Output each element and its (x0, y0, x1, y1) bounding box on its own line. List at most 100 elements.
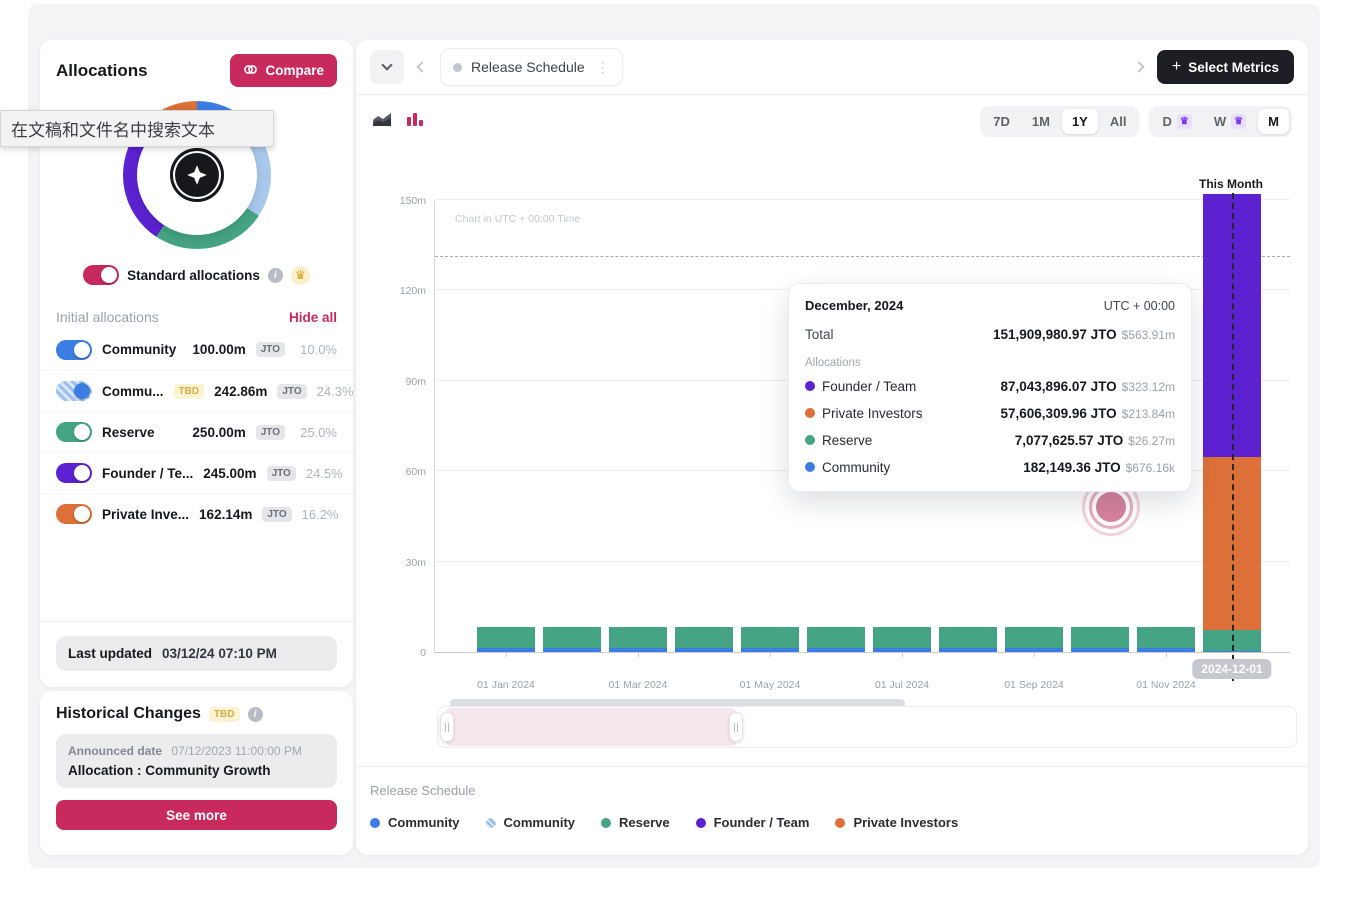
tooltip-usd: $676.16k (1126, 461, 1175, 475)
hide-all-link[interactable]: Hide all (289, 310, 337, 325)
range-option-1y[interactable]: 1Y (1062, 109, 1098, 134)
allocation-change-text: Allocation : Community Growth (68, 763, 325, 778)
legend-label: Private Investors (853, 815, 958, 830)
compare-button[interactable]: Compare (230, 54, 337, 87)
chart-bar[interactable] (675, 627, 733, 652)
range-option-1m[interactable]: 1M (1022, 109, 1060, 134)
allocation-percent: 10.0% (295, 342, 337, 357)
chevron-down-icon (381, 59, 392, 70)
historical-entry[interactable]: Announced date 07/12/2023 11:00:00 PM Al… (56, 734, 337, 788)
chart-bar[interactable] (477, 627, 535, 652)
chart-bar[interactable] (1137, 627, 1195, 652)
area-chart-icon[interactable] (372, 111, 392, 132)
legend-item[interactable]: Private Investors (835, 815, 958, 830)
allocation-toggle[interactable] (56, 340, 92, 360)
collapse-button[interactable] (370, 50, 404, 84)
bar-segment (543, 627, 601, 648)
tab-label: Release Schedule (471, 59, 585, 75)
tab-release-schedule[interactable]: Release Schedule ⋮ (440, 48, 623, 86)
bar-segment (939, 648, 997, 652)
tooltip-date: December, 2024 (805, 298, 903, 313)
x-axis-tick (506, 653, 507, 657)
chart-bar[interactable] (1071, 627, 1129, 652)
chevron-right-icon[interactable] (1133, 61, 1144, 72)
allocation-row: Reserve250.00mJTO25.0% (40, 411, 353, 452)
chart-bar[interactable] (741, 627, 799, 652)
y-axis-tick-label: 60m (360, 466, 426, 478)
allocation-rows: Community100.00mJTO10.0%Commu...TBD242.8… (40, 329, 353, 534)
kebab-menu-icon[interactable]: ⋮ (596, 59, 610, 76)
range-option-all[interactable]: All (1100, 109, 1137, 134)
legend-item[interactable]: Community (486, 815, 576, 830)
legend-item[interactable]: Community (370, 815, 460, 830)
allocation-amount: 162.14m (199, 507, 252, 522)
chart-bar[interactable] (543, 627, 601, 652)
bar-segment (873, 648, 931, 652)
standard-allocations-toggle[interactable] (83, 265, 119, 285)
this-month-label: This Month (1199, 177, 1263, 191)
allocation-toggle[interactable] (56, 381, 92, 401)
tooltip-row: Founder / Team87,043,896.07 JTO$323.12m (805, 378, 1175, 396)
allocation-toggle[interactable] (56, 463, 92, 483)
allocation-toggle[interactable] (56, 504, 92, 524)
granularity-option-d[interactable]: D♛ (1152, 109, 1201, 134)
tooltip-rows: Founder / Team87,043,896.07 JTO$323.12mP… (805, 378, 1175, 477)
bar-segment (609, 648, 667, 652)
tooltip-section-label: Allocations (805, 357, 1175, 369)
allocation-percent: 16.2% (302, 507, 339, 522)
x-axis-tick-label: 01 Jan 2024 (477, 679, 535, 691)
allocation-toggle[interactable] (56, 422, 92, 442)
x-axis-tick-label: 01 Jul 2024 (875, 679, 929, 691)
allocation-percent: 24.5% (306, 466, 343, 481)
allocation-unit-chip: JTO (256, 342, 285, 357)
standard-allocations-label: Standard allocations (127, 268, 260, 283)
tooltip-series-name: Community (805, 460, 890, 475)
range-option-7d[interactable]: 7D (983, 109, 1020, 134)
legend-item[interactable]: Reserve (601, 815, 670, 830)
granularity-option-w[interactable]: W♛ (1204, 109, 1256, 134)
chart-bar[interactable] (1005, 627, 1063, 652)
y-axis-tick-label: 0 (360, 647, 426, 659)
chevron-left-icon[interactable] (416, 61, 427, 72)
info-icon[interactable]: i (248, 707, 263, 722)
tooltip-total-usd: $563.91m (1122, 328, 1175, 342)
chart-bar[interactable] (609, 627, 667, 652)
historical-changes-panel: Historical Changes TBD i Announced date … (40, 691, 353, 855)
chart-bar[interactable] (873, 627, 931, 652)
allocation-label: Founder / Te... (102, 466, 193, 481)
tbd-badge: TBD (174, 384, 205, 399)
last-updated-label: Last updated (68, 646, 152, 661)
bar-segment (939, 627, 997, 648)
brush-handle-left[interactable] (440, 712, 454, 742)
bar-segment (477, 627, 535, 648)
series-dot-icon (805, 462, 815, 472)
chart-bar[interactable] (939, 627, 997, 652)
granularity-option-m[interactable]: M (1258, 109, 1289, 134)
legend-item[interactable]: Founder / Team (696, 815, 810, 830)
chart-bar[interactable] (807, 627, 865, 652)
legend-dot-icon (370, 818, 380, 828)
legend-label: Community (388, 815, 460, 830)
granularity-segment-control: D♛W♛M (1149, 106, 1292, 137)
series-dot-icon (805, 435, 815, 445)
allocation-unit-chip: JTO (277, 384, 306, 399)
select-metrics-button[interactable]: + Select Metrics (1157, 50, 1294, 84)
bar-chart-icon[interactable] (406, 111, 424, 132)
brush-handle-right[interactable] (729, 712, 743, 742)
info-icon[interactable]: i (268, 268, 283, 283)
bar-segment (873, 627, 931, 648)
y-axis-tick-label: 120m (360, 285, 426, 297)
allocation-unit-chip: JTO (267, 466, 296, 481)
tooltip-row: Reserve7,077,625.57 JTO$26.27m (805, 432, 1175, 450)
y-axis-tick-label: 90m (360, 376, 426, 388)
tooltip-amount: 57,606,309.96 JTO (1001, 406, 1117, 421)
x-axis-tick (1166, 653, 1167, 657)
legend-heading: Release Schedule (370, 783, 1294, 798)
bar-segment (1005, 648, 1063, 652)
see-more-button[interactable]: See more (56, 800, 337, 830)
brush-selection[interactable] (446, 708, 736, 746)
chart-toolbar: Release Schedule ⋮ + Select Metrics (356, 40, 1308, 95)
tooltip-series-name: Reserve (805, 433, 872, 448)
range-brush[interactable] (437, 706, 1297, 748)
toggle-knob (74, 424, 90, 440)
